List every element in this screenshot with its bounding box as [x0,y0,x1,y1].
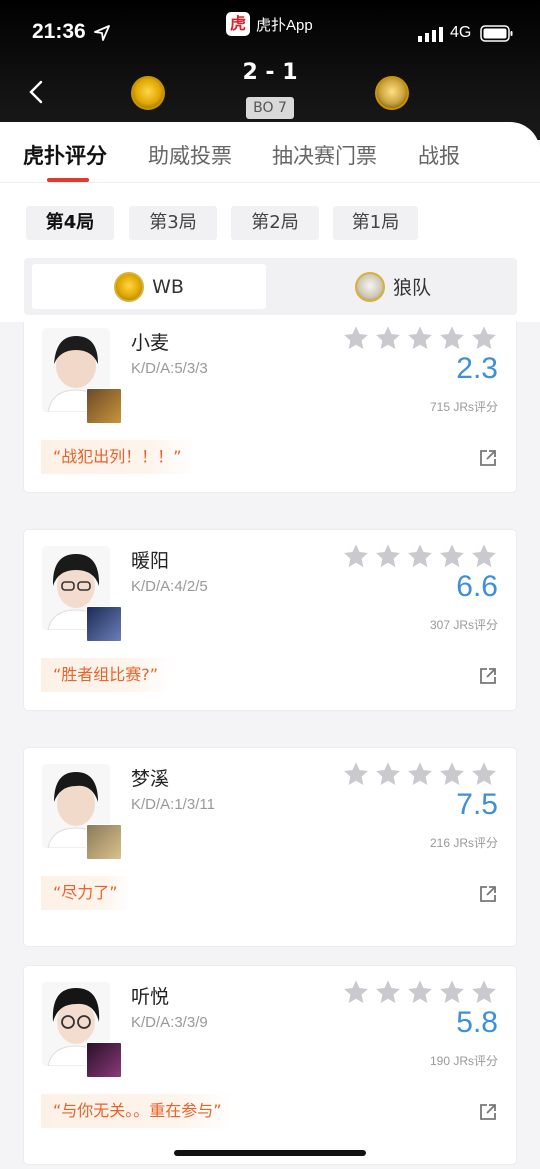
star-icon[interactable] [342,978,370,1006]
star-icon[interactable] [342,324,370,352]
star-icon[interactable] [406,324,434,352]
rating-stars[interactable] [342,760,498,788]
player-rating: 2.3 [456,352,498,385]
player-kda: K/D/A:4/2/5 [131,578,208,595]
share-icon[interactable] [478,448,498,468]
team-name: 狼队 [392,277,431,299]
game-tab-2[interactable]: 第2局 [231,206,319,240]
game-tab-4[interactable]: 第4局 [26,206,114,240]
wolves-logo-icon [354,271,385,302]
rating-stars[interactable] [342,542,498,570]
rating-stars[interactable] [342,324,498,352]
player-kda: K/D/A:5/3/3 [131,360,208,377]
tab-rating[interactable]: 虎扑评分 [23,140,107,170]
rating-stars[interactable] [342,978,498,1006]
back-button[interactable] [20,72,52,112]
team-name: WB [152,275,184,298]
player-card[interactable]: 小麦 K/D/A:5/3/3 2.3 715 JRs评分 “战犯出列！！！” [24,322,516,492]
player-quote: “与你无关。。重在参与” [41,1094,234,1128]
match-header: 21:36 虎 虎扑App 4G 2 - 1 BO 7 [0,0,540,140]
player-card[interactable]: 梦溪 K/D/A:1/3/11 7.5 216 JRs评分 “尽力了” [24,748,516,946]
player-name: 听悦 [131,986,170,1008]
star-icon[interactable] [406,542,434,570]
player-rating: 7.5 [456,788,498,821]
player-name: 小麦 [131,332,170,354]
share-icon[interactable] [478,884,498,904]
player-rating: 6.6 [456,570,498,603]
share-icon[interactable] [478,1102,498,1122]
hupu-app-icon[interactable]: 虎 [226,12,250,36]
game-tab-3[interactable]: 第3局 [129,206,217,240]
player-rating: 5.8 [456,1006,498,1039]
chevron-left-icon [29,80,43,104]
star-icon[interactable] [374,978,402,1006]
hero-icon [86,824,122,860]
home-indicator[interactable] [174,1150,366,1156]
rating-count: 715 JRs评分 [429,400,498,414]
tab-final-tickets[interactable]: 抽决赛门票 [272,140,377,170]
team-switch: WB 狼队 [24,258,517,315]
hero-icon [86,1042,122,1078]
location-arrow-icon [94,25,110,41]
star-icon[interactable] [342,760,370,788]
player-card[interactable]: 听悦 K/D/A:3/3/9 5.8 190 JRs评分 “与你无关。。重在参与… [24,966,516,1164]
tab-divider [0,182,540,183]
team-left-logo-icon[interactable] [131,76,165,110]
battery-icon [480,25,513,42]
star-icon[interactable] [438,978,466,1006]
star-icon[interactable] [374,760,402,788]
player-card[interactable]: 暖阳 K/D/A:4/2/5 6.6 307 JRs评分 “胜者组比赛?” [24,530,516,710]
hero-icon [86,388,122,424]
player-name: 梦溪 [131,768,170,790]
star-icon[interactable] [470,324,498,352]
player-rating-list[interactable]: 小麦 K/D/A:5/3/3 2.3 715 JRs评分 “战犯出列！！！” 暖… [0,322,540,1169]
rating-count: 307 JRs评分 [429,618,498,632]
status-time: 21:36 [32,20,86,43]
star-icon[interactable] [374,542,402,570]
signal-icon [418,27,443,42]
star-icon[interactable] [374,324,402,352]
star-icon[interactable] [470,760,498,788]
share-icon[interactable] [478,666,498,686]
star-icon[interactable] [470,542,498,570]
star-icon[interactable] [470,978,498,1006]
star-icon[interactable] [438,324,466,352]
team-tab-wolves[interactable]: 狼队 [276,264,510,309]
player-kda: K/D/A:1/3/11 [131,796,215,813]
player-name: 暖阳 [131,550,170,572]
tab-cheer-vote[interactable]: 助威投票 [148,140,232,170]
game-tab-1[interactable]: 第1局 [333,206,418,240]
wb-logo-icon [114,271,145,302]
star-icon[interactable] [438,542,466,570]
back-to-app-label[interactable]: 虎扑App [256,14,313,35]
player-kda: K/D/A:3/3/9 [131,1014,208,1031]
tab-report[interactable]: 战报 [418,140,460,170]
player-quote: “胜者组比赛?” [41,658,171,692]
match-format-badge: BO 7 [246,97,294,119]
player-quote: “尽力了” [41,876,130,910]
rating-count: 190 JRs评分 [429,1054,498,1068]
team-right-logo-icon[interactable] [375,76,409,110]
team-tab-wb[interactable]: WB [32,264,266,309]
player-quote: “战犯出列！！！” [41,440,194,474]
network-label: 4G [450,24,472,41]
match-score: 2 - 1 [242,60,298,85]
star-icon[interactable] [406,978,434,1006]
star-icon[interactable] [438,760,466,788]
hero-icon [86,606,122,642]
star-icon[interactable] [406,760,434,788]
main-tabs: 虎扑评分 助威投票 抽决赛门票 战报 [0,122,540,182]
rating-count: 216 JRs评分 [429,836,498,850]
star-icon[interactable] [342,542,370,570]
